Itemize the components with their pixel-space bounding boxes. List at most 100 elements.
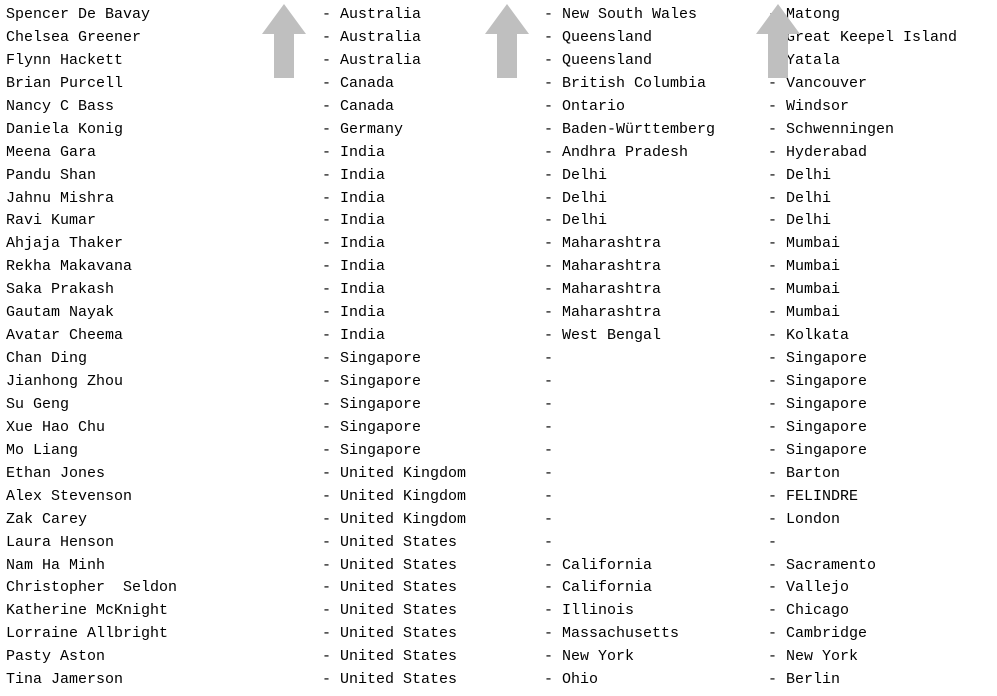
country: - India [322,142,544,165]
region: - Baden-Württemberg [544,119,768,142]
city: - Mumbai [768,233,991,256]
person-name: Jahnu Mishra [6,188,322,211]
person-name: Nancy C Bass [6,96,322,119]
region: - [544,532,768,555]
person-name: Ethan Jones [6,463,322,486]
city: - Singapore [768,440,991,463]
region: - Queensland [544,50,768,73]
country: - India [322,188,544,211]
city: - London [768,509,991,532]
region: - Massachusetts [544,623,768,646]
region: - Delhi [544,188,768,211]
city: - Windsor [768,96,991,119]
region: - West Bengal [544,325,768,348]
country: - United Kingdom [322,463,544,486]
person-name: Laura Henson [6,532,322,555]
city: - Singapore [768,417,991,440]
region: - [544,440,768,463]
country: - India [322,302,544,325]
person-name: Ahjaja Thaker [6,233,322,256]
country: - United States [322,577,544,600]
region: - [544,394,768,417]
country: - India [322,325,544,348]
region: - Maharashtra [544,279,768,302]
city: - Delhi [768,165,991,188]
city: - Vallejo [768,577,991,600]
region: - [544,509,768,532]
person-name: Tina Jamerson [6,669,322,692]
person-name: Nam Ha Minh [6,555,322,578]
person-name: Christopher Seldon [6,577,322,600]
city: - Sacramento [768,555,991,578]
country: - India [322,256,544,279]
person-name: Katherine McKnight [6,600,322,623]
person-name: Avatar Cheema [6,325,322,348]
region: - Ohio [544,669,768,692]
city: - [768,532,991,555]
person-name: Meena Gara [6,142,322,165]
person-name: Daniela Konig [6,119,322,142]
country: - United States [322,623,544,646]
city: - Berlin [768,669,991,692]
city: - New York [768,646,991,669]
country: - United States [322,600,544,623]
region: - Ontario [544,96,768,119]
city: - Mumbai [768,256,991,279]
city: - Cambridge [768,623,991,646]
up-arrow-icon [485,4,529,78]
up-arrow-icon [756,4,800,78]
city: - Singapore [768,371,991,394]
country: - Germany [322,119,544,142]
person-name: Pandu Shan [6,165,322,188]
region: - Maharashtra [544,233,768,256]
country: - Singapore [322,440,544,463]
region: - [544,371,768,394]
person-name: Jianhong Zhou [6,371,322,394]
person-name: Saka Prakash [6,279,322,302]
city: - Yatala [768,50,991,73]
country: - Singapore [322,394,544,417]
city: - Singapore [768,348,991,371]
person-name: Ravi Kumar [6,210,322,233]
country: - India [322,233,544,256]
city: - Schwenningen [768,119,991,142]
sorted-data-table: Spencer De Bavay- Australia- New South W… [6,4,991,692]
person-name: Alex Stevenson [6,486,322,509]
city: - Barton [768,463,991,486]
region: - [544,463,768,486]
country: - United Kingdom [322,509,544,532]
region: - New South Wales [544,4,768,27]
person-name: Rekha Makavana [6,256,322,279]
country: - United States [322,646,544,669]
city: - FELINDRE [768,486,991,509]
city: - Matong [768,4,991,27]
city: - Great Keepel Island [768,27,991,50]
country: - United States [322,669,544,692]
region: - British Columbia [544,73,768,96]
city: - Mumbai [768,302,991,325]
city: - Delhi [768,188,991,211]
region: - Andhra Pradesh [544,142,768,165]
country: - Singapore [322,348,544,371]
region: - Delhi [544,210,768,233]
city: - Hyderabad [768,142,991,165]
region: - Maharashtra [544,302,768,325]
country: - United States [322,555,544,578]
city: - Singapore [768,394,991,417]
region: - [544,486,768,509]
region: - California [544,577,768,600]
person-name: Mo Liang [6,440,322,463]
region: - Maharashtra [544,256,768,279]
person-name: Zak Carey [6,509,322,532]
person-name: Chan Ding [6,348,322,371]
person-name: Su Geng [6,394,322,417]
region: - Delhi [544,165,768,188]
region: - [544,417,768,440]
country: - India [322,210,544,233]
region: - New York [544,646,768,669]
city: - Vancouver [768,73,991,96]
country: - Canada [322,96,544,119]
country: - Singapore [322,371,544,394]
city: - Delhi [768,210,991,233]
country: - United States [322,532,544,555]
